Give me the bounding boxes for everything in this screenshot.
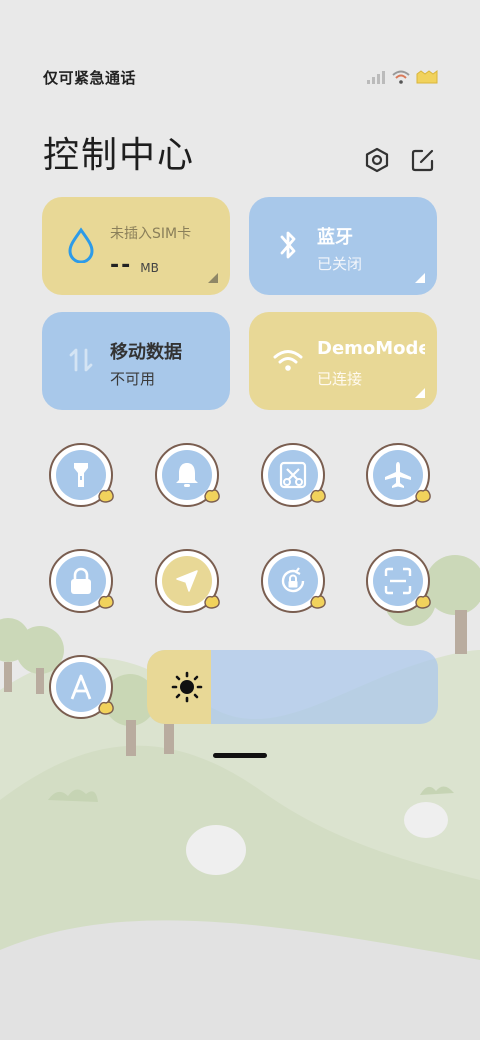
screenshot-toggle[interactable] [261, 443, 326, 507]
wifi-network-name: DemoMode [317, 338, 425, 359]
battery-icon [416, 70, 438, 84]
bluetooth-tile[interactable]: 蓝牙 已关闭 [249, 197, 437, 295]
expand-corner-icon [415, 388, 425, 398]
wifi-icon [273, 350, 303, 371]
letter-a-icon [70, 674, 92, 700]
home-indicator[interactable] [213, 753, 267, 758]
airplane-mode-toggle[interactable] [366, 443, 431, 507]
paw-icon [98, 701, 114, 715]
location-toggle[interactable] [155, 549, 220, 613]
wifi-status: 已连接 [317, 370, 363, 388]
mobile-data-label: 移动数据 [110, 342, 182, 363]
auto-brightness-toggle[interactable] [49, 655, 114, 719]
brightness-slider[interactable] [147, 650, 438, 724]
carrier-status-text: 仅可紧急通话 [43, 68, 137, 87]
bluetooth-status: 已关闭 [317, 255, 363, 273]
paw-icon [204, 595, 220, 609]
flashlight-icon [74, 463, 88, 487]
mobile-data-status: 不可用 [110, 370, 156, 388]
data-arrows-icon [69, 348, 93, 372]
settings-button[interactable] [362, 145, 392, 175]
mobile-data-tile[interactable]: 移动数据 不可用 [42, 312, 230, 410]
scissors-icon [279, 461, 307, 489]
signal-icon [367, 71, 385, 84]
page-title: 控制中心 [43, 135, 196, 176]
paw-icon [415, 595, 431, 609]
rotate-lock-icon [281, 567, 305, 593]
expand-corner-icon [208, 273, 218, 283]
paw-icon [310, 595, 326, 609]
sound-toggle[interactable] [155, 443, 220, 507]
sun-icon [171, 671, 203, 703]
lock-icon [71, 567, 91, 594]
paw-icon [310, 489, 326, 503]
paw-icon [98, 595, 114, 609]
wifi-icon [392, 70, 410, 84]
paw-icon [415, 489, 431, 503]
status-icons [366, 70, 438, 84]
data-usage-value: -- MB [110, 253, 159, 278]
auto-rotate-toggle[interactable] [261, 549, 326, 613]
wifi-tile[interactable]: DemoMode 已连接 [249, 312, 437, 410]
data-usage-tile[interactable]: 未插入SIM卡 -- MB [42, 197, 230, 295]
bluetooth-label: 蓝牙 [317, 227, 353, 248]
sim-status-label: 未插入SIM卡 [110, 226, 192, 242]
lock-screen-toggle[interactable] [49, 549, 114, 613]
edit-icon [411, 149, 434, 172]
bell-icon [176, 463, 198, 487]
edit-button[interactable] [408, 145, 438, 175]
water-drop-icon [68, 227, 94, 263]
paw-icon [204, 489, 220, 503]
status-bar: 仅可紧急通话 [43, 66, 438, 88]
airplane-icon [385, 462, 411, 488]
scan-icon [384, 567, 412, 595]
expand-corner-icon [415, 273, 425, 283]
scanner-toggle[interactable] [366, 549, 431, 613]
bluetooth-icon [280, 231, 296, 259]
gear-icon [365, 147, 389, 173]
paw-icon [98, 489, 114, 503]
location-arrow-icon [176, 570, 198, 592]
flashlight-toggle[interactable] [49, 443, 114, 507]
